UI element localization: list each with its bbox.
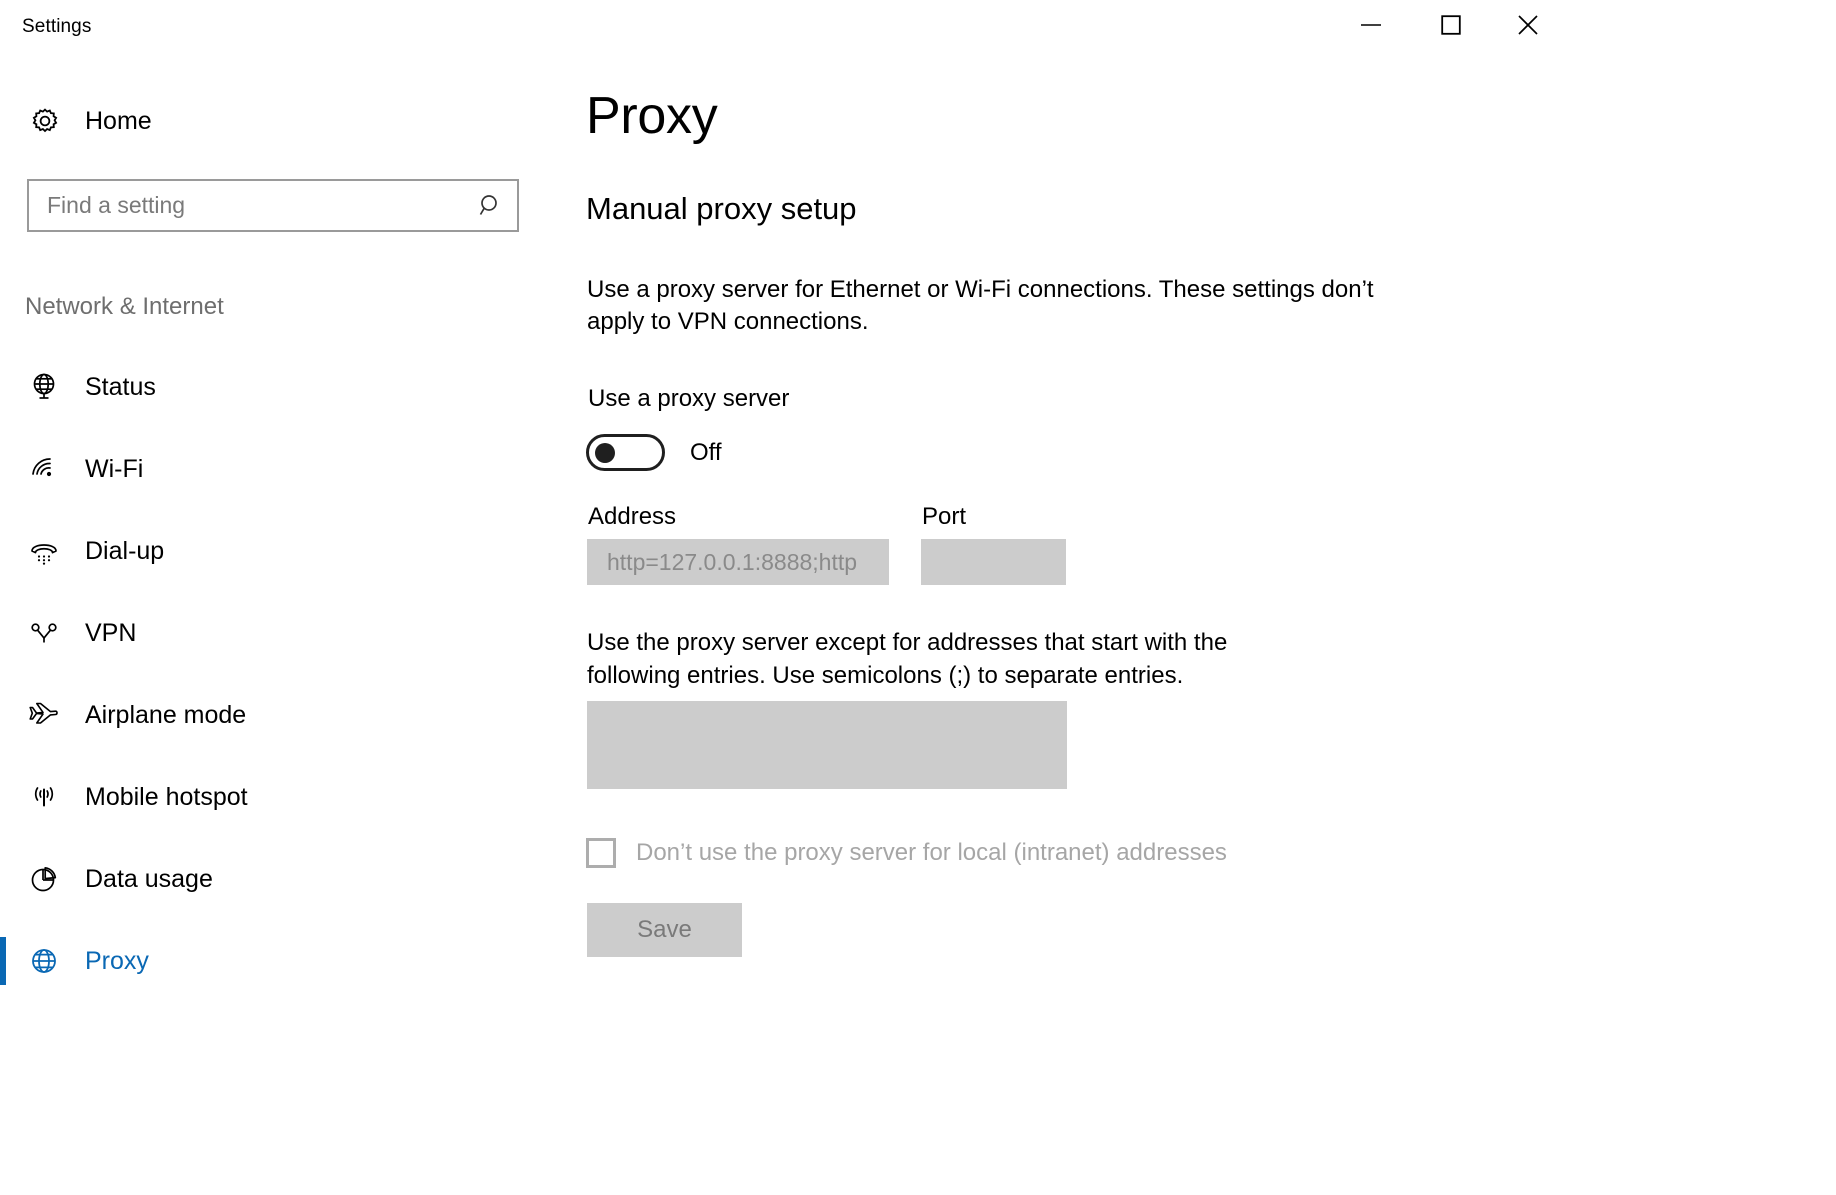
sidebar-item-airplane-mode-label: Airplane mode [85,700,247,729]
address-input[interactable] [587,539,889,585]
use-proxy-server-toggle[interactable] [586,434,665,471]
exception-list-input[interactable] [587,701,1067,789]
sidebar-item-mobile-hotspot[interactable]: Mobile hotspot [0,756,570,838]
sidebar-item-proxy[interactable]: Proxy [0,920,570,1002]
sidebar-item-proxy-label: Proxy [85,946,149,975]
sidebar-nav-list: Status Wi-Fi Dial-up VPN Airplane mode M… [0,346,570,1002]
port-input[interactable] [921,539,1066,585]
toggle-knob [595,443,615,463]
search-input[interactable] [29,191,465,220]
port-label: Port [922,503,967,530]
sidebar-item-data-usage[interactable]: Data usage [0,838,570,920]
selection-accent-bar [0,937,6,985]
sidebar-item-wifi-label: Wi-Fi [85,454,144,483]
pie-chart-icon [24,863,64,895]
local-addresses-checkbox-row[interactable]: Don’t use the proxy server for local (in… [586,838,1227,868]
sidebar-item-wifi[interactable]: Wi-Fi [0,428,570,510]
sidebar-item-dialup[interactable]: Dial-up [0,510,570,592]
search-box[interactable] [27,179,519,232]
use-proxy-server-toggle-row: Off [586,434,722,471]
close-icon [1518,15,1538,35]
sidebar-item-mobile-hotspot-label: Mobile hotspot [85,782,248,811]
sidebar-item-vpn-label: VPN [85,618,137,647]
close-button[interactable] [1497,0,1559,50]
maximize-button[interactable] [1420,0,1482,50]
sidebar: Home Network & Internet [0,56,570,1195]
title-bar: Settings [0,0,1836,56]
hotspot-icon [24,781,64,813]
sidebar-category-label: Network & Internet [25,293,224,320]
sidebar-item-status-label: Status [85,372,156,401]
main-content: Proxy Manual proxy setup Use a proxy ser… [570,56,1836,1195]
sidebar-item-dialup-label: Dial-up [85,536,165,565]
exception-description: Use the proxy server except for addresse… [587,629,1228,689]
minimize-icon [1361,24,1381,26]
save-button[interactable]: Save [587,903,742,957]
sidebar-item-home-label: Home [85,106,152,135]
wifi-icon [24,453,64,485]
globe-monitor-icon [24,371,64,403]
gear-icon [26,105,64,137]
search-icon[interactable] [465,193,517,219]
toggle-state-label: Off [690,438,722,466]
vpn-icon [24,617,64,649]
sidebar-item-status[interactable]: Status [0,346,570,428]
sidebar-item-home[interactable]: Home [0,94,540,148]
page-title: Proxy [586,87,718,145]
use-proxy-server-label: Use a proxy server [588,385,790,412]
app-title: Settings [22,16,92,37]
globe-icon [24,945,64,977]
local-addresses-checkbox-label: Don’t use the proxy server for local (in… [636,839,1227,866]
sidebar-item-airplane-mode[interactable]: Airplane mode [0,674,570,756]
airplane-icon [24,698,64,732]
sidebar-item-data-usage-label: Data usage [85,864,213,893]
maximize-icon [1441,15,1461,35]
local-addresses-checkbox[interactable] [586,838,616,868]
dialup-phone-icon [24,535,64,567]
intro-description: Use a proxy server for Ethernet or Wi-Fi… [587,276,1374,335]
address-label: Address [588,503,677,530]
section-title: Manual proxy setup [586,191,857,226]
minimize-button[interactable] [1340,0,1402,50]
sidebar-item-vpn[interactable]: VPN [0,592,570,674]
